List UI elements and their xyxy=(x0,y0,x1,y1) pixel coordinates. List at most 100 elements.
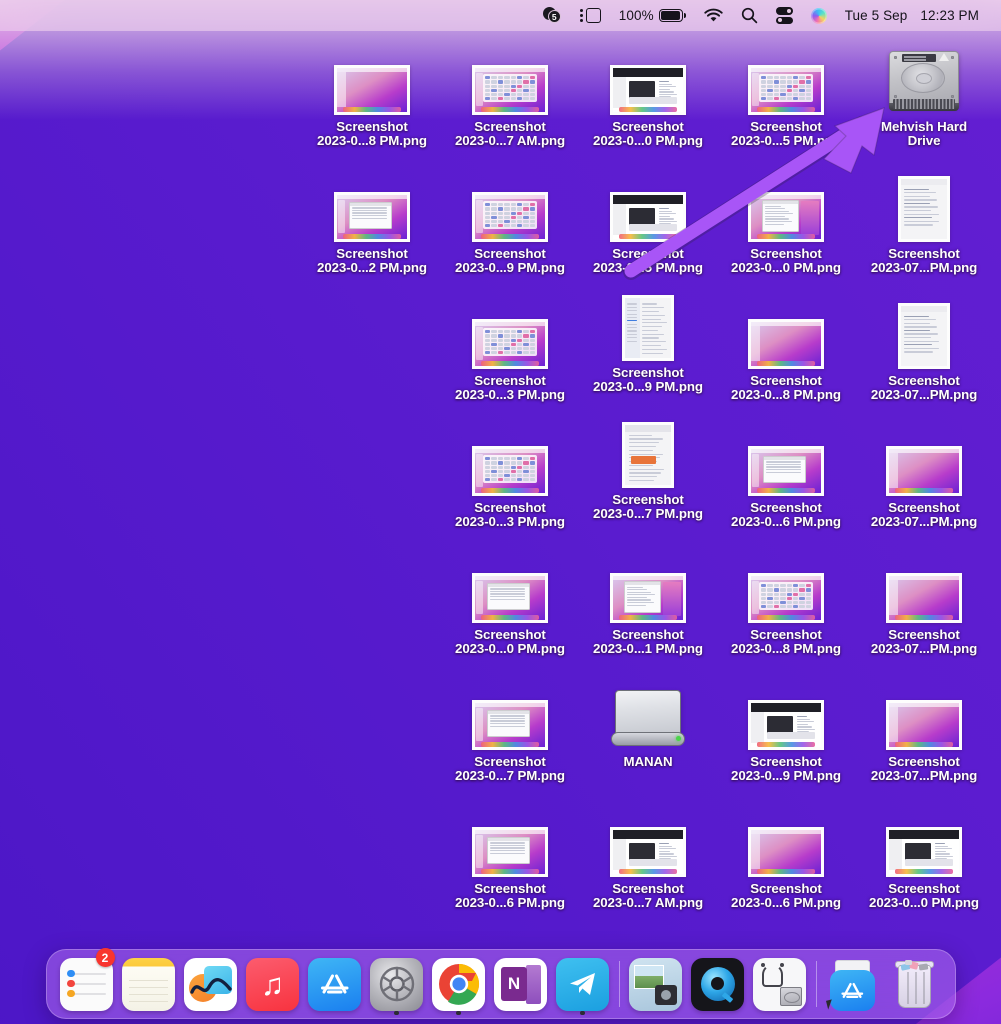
dock-item-notes[interactable] xyxy=(118,949,180,1019)
battery-percent-label: 100% xyxy=(619,8,654,23)
battery-status[interactable]: 100% xyxy=(610,0,695,31)
desktop-file-icon[interactable]: Screenshot2023-0...5 PM.png xyxy=(579,170,717,274)
dock-item-trash[interactable] xyxy=(884,949,946,1019)
dock-item-chrome[interactable] xyxy=(428,949,490,1019)
icon-label-line2: 2023-0...3 PM.png xyxy=(441,515,579,529)
desktop-file-icon[interactable]: Screenshot2023-0...1 PM.png xyxy=(579,551,717,655)
dock-item-system-settings[interactable] xyxy=(366,949,428,1019)
screenshot-thumbnail xyxy=(472,573,548,623)
desktop-file-icon[interactable]: Screenshot2023-0...9 PM.png xyxy=(579,289,717,393)
screenshot-thumbnail xyxy=(898,303,950,369)
dock-item-app-store[interactable] xyxy=(304,949,366,1019)
screenshot-thumbnail xyxy=(886,827,962,877)
hard-drive-icon xyxy=(885,49,963,115)
dock-item-reminders[interactable]: 2 xyxy=(56,949,118,1019)
dock-item-freeform[interactable] xyxy=(180,949,242,1019)
desktop-file-icon[interactable]: Screenshot2023-07...PM.png xyxy=(855,170,993,274)
icon-label-line2: 2023-0...8 PM.png xyxy=(717,388,855,402)
desktop-file-icon[interactable]: Screenshot2023-0...3 PM.png xyxy=(441,424,579,528)
thumbnail-preview xyxy=(751,322,821,366)
icon-graphic xyxy=(855,551,993,623)
thumbnail-preview xyxy=(751,830,821,874)
thumbnail-preview xyxy=(625,425,671,485)
desktop-file-icon[interactable]: Screenshot2023-0...9 PM.png xyxy=(717,678,855,782)
notes-icon xyxy=(122,958,175,1011)
menubar-clock[interactable]: 12:23 PM xyxy=(911,0,988,31)
desktop-file-icon[interactable]: Screenshot2023-0...5 PM.png xyxy=(717,43,855,147)
desktop-file-icon[interactable]: Screenshot2023-07...PM.png xyxy=(855,424,993,528)
dock-item-telegram[interactable] xyxy=(552,949,614,1019)
dock-running-indicator xyxy=(394,1011,399,1016)
desktop-file-icon[interactable]: Screenshot2023-0...2 PM.png xyxy=(303,170,441,274)
desktop-file-icon[interactable]: Screenshot2023-0...0 PM.png xyxy=(717,170,855,274)
desktop-file-icon[interactable]: Screenshot2023-07...PM.png xyxy=(855,678,993,782)
desktop-file-icon[interactable]: Screenshot2023-0...0 PM.png xyxy=(579,43,717,147)
dock-item-image-capture[interactable] xyxy=(625,949,687,1019)
icon-label-line1: Screenshot xyxy=(750,246,821,261)
desktop-file-icon[interactable]: Screenshot2023-0...7 AM.png xyxy=(441,43,579,147)
icon-label-line2: 2023-0...6 PM.png xyxy=(717,515,855,529)
desktop-file-icon[interactable]: Screenshot2023-0...9 PM.png xyxy=(441,170,579,274)
icon-graphic xyxy=(441,551,579,623)
desktop-file-icon[interactable]: Screenshot2023-0...6 PM.png xyxy=(717,805,855,909)
desktop-file-icon[interactable]: Screenshot2023-0...8 PM.png xyxy=(303,43,441,147)
icon-label-line1: Screenshot xyxy=(888,500,959,515)
desktop-external-drive-icon[interactable]: MANAN xyxy=(579,678,717,769)
desktop-file-icon[interactable]: Screenshot2023-0...0 PM.png xyxy=(441,551,579,655)
icon-label-line2: 2023-0...5 PM.png xyxy=(579,261,717,275)
menu-bar: 5 100% Tue 5 xyxy=(0,0,1001,31)
icon-label: Screenshot2023-07...PM.png xyxy=(855,501,993,528)
screenshot-thumbnail xyxy=(748,319,824,369)
thumbnail-preview xyxy=(475,830,545,874)
desktop-file-icon[interactable]: Screenshot2023-0...7 AM.png xyxy=(579,805,717,909)
thumbnail-preview xyxy=(751,576,821,620)
siri-icon[interactable] xyxy=(802,0,836,31)
icon-label-line1: Screenshot xyxy=(474,500,545,515)
icon-label: Screenshot2023-0...9 PM.png xyxy=(717,755,855,782)
dock-item-onenote[interactable]: N xyxy=(490,949,552,1019)
desktop-file-icon[interactable]: Screenshot2023-07...PM.png xyxy=(855,297,993,401)
desktop-internal-drive-icon[interactable]: Mehvish HardDrive xyxy=(855,43,993,147)
stage-manager-icon[interactable] xyxy=(571,0,610,31)
spotlight-search-icon[interactable] xyxy=(732,0,767,31)
icon-label-line1: Screenshot xyxy=(474,881,545,896)
icon-label-line2: Drive xyxy=(855,134,993,148)
thumbnail-preview xyxy=(625,298,671,358)
thumbnail-preview xyxy=(613,68,683,112)
icon-graphic xyxy=(855,170,993,242)
control-center-icon[interactable] xyxy=(767,0,802,31)
thumbnail-preview xyxy=(613,830,683,874)
dock-item-music[interactable]: ♫ xyxy=(242,949,304,1019)
icon-graphic xyxy=(855,424,993,496)
image-capture-icon xyxy=(629,958,682,1011)
desktop-file-icon[interactable]: Screenshot2023-0...8 PM.png xyxy=(717,551,855,655)
icon-label-line2: 2023-0...7 AM.png xyxy=(441,134,579,148)
desktop-file-icon[interactable]: Screenshot2023-0...0 PM.png xyxy=(855,805,993,909)
dock-item-disk-utility[interactable] xyxy=(749,949,811,1019)
dock-item-downloads-stack[interactable] xyxy=(822,949,884,1019)
screenshot-thumbnail xyxy=(748,827,824,877)
icon-graphic xyxy=(579,170,717,242)
icon-label-line1: Screenshot xyxy=(888,373,959,388)
wifi-icon[interactable] xyxy=(695,0,732,31)
thumbnail-preview xyxy=(475,322,545,366)
icon-label-line1: MANAN xyxy=(624,754,673,769)
icon-label: Screenshot2023-0...2 PM.png xyxy=(303,247,441,274)
dropbox-badge-icon[interactable]: 5 xyxy=(534,0,571,31)
icon-label-line2: 2023-0...1 PM.png xyxy=(579,642,717,656)
desktop-file-icon[interactable]: Screenshot2023-0...7 PM.png xyxy=(579,416,717,520)
desktop-file-icon[interactable]: Screenshot2023-07...PM.png xyxy=(855,551,993,655)
desktop-file-icon[interactable]: Screenshot2023-0...7 PM.png xyxy=(441,678,579,782)
desktop-file-icon[interactable]: Screenshot2023-0...3 PM.png xyxy=(441,297,579,401)
quicktime-icon xyxy=(691,958,744,1011)
screenshot-thumbnail xyxy=(610,827,686,877)
desktop-file-icon[interactable]: Screenshot2023-0...6 PM.png xyxy=(717,424,855,528)
icon-label: Screenshot2023-07...PM.png xyxy=(855,628,993,655)
desktop-file-icon[interactable]: Screenshot2023-0...8 PM.png xyxy=(717,297,855,401)
desktop-file-icon[interactable]: Screenshot2023-0...6 PM.png xyxy=(441,805,579,909)
menubar-date[interactable]: Tue 5 Sep xyxy=(836,0,912,31)
screenshot-thumbnail xyxy=(898,176,950,242)
icon-graphic xyxy=(717,424,855,496)
dock-item-quicktime[interactable] xyxy=(687,949,749,1019)
screenshot-thumbnail xyxy=(886,573,962,623)
